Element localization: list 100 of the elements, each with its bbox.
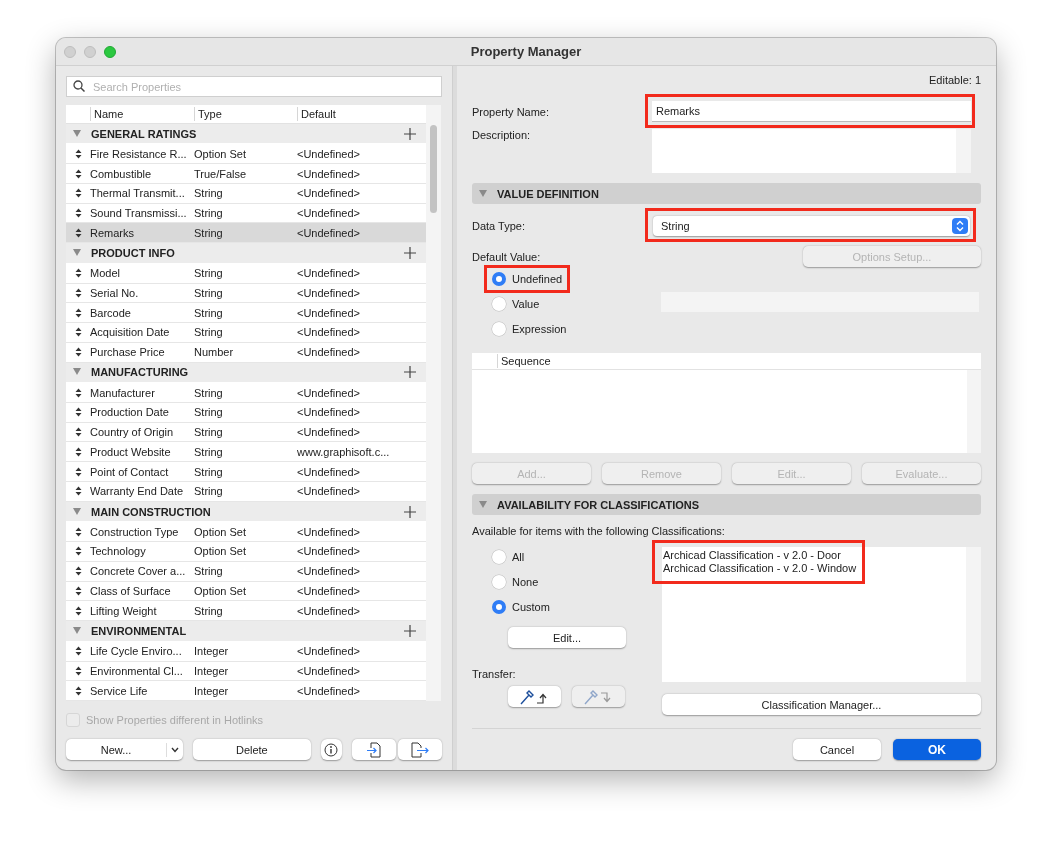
property-row[interactable]: Concrete Cover a... String <Undefined> [66,561,426,582]
property-row[interactable]: Combustible True/False <Undefined> [66,164,426,184]
property-row[interactable]: Barcode String <Undefined> [66,303,426,324]
group-header-row[interactable]: MAIN CONSTRUCTION [66,501,426,523]
disclosure-triangle-icon[interactable] [72,128,82,138]
drag-handle-icon[interactable] [74,168,82,179]
search-field[interactable]: Search Properties [66,76,442,97]
section-header[interactable]: AVAILABILITY FOR CLASSIFICATIONS [472,494,981,515]
property-row[interactable]: Product Website String www.graphisoft.c... [66,442,426,463]
property-row[interactable]: Acquisition Date String <Undefined> [66,323,426,343]
radio-button[interactable] [492,575,506,589]
drag-handle-icon[interactable] [74,148,82,159]
transfer-button[interactable] [508,686,561,707]
group-header-row[interactable]: MANUFACTURING [66,362,426,384]
ok-button[interactable]: OK [893,739,981,760]
export-button[interactable] [398,739,442,760]
edit-button[interactable]: Edit... [508,627,626,648]
group-header-row[interactable]: ENVIRONMENTAL [66,621,426,642]
property-row[interactable]: Serial No. String <Undefined> [66,283,426,304]
classification-manager-button[interactable]: Classification Manager... [662,694,981,715]
plus-icon[interactable] [404,127,416,140]
radio-option[interactable]: Value [492,294,567,314]
new-button[interactable]: New... [66,739,184,760]
radio-button[interactable] [492,600,506,614]
field-label: Data Type: [472,220,526,232]
delete-button[interactable]: Delete [193,739,311,760]
radio-option[interactable]: Undefined [492,269,567,289]
cancel-button[interactable]: Cancel [793,739,881,760]
group-header-row[interactable]: PRODUCT INFO [66,243,426,264]
drag-handle-icon[interactable] [74,665,82,676]
property-row[interactable]: Remarks String <Undefined> [66,223,426,244]
data-type-dropdown[interactable]: String [653,216,970,236]
column-header[interactable]: Default [297,106,425,121]
section-header[interactable]: VALUE DEFINITION [472,183,981,204]
property-row[interactable]: Point of Contact String <Undefined> [66,462,426,482]
disclosure-triangle-icon[interactable] [72,248,82,257]
drag-handle-icon[interactable] [74,466,82,477]
zoom-button[interactable] [104,45,116,58]
drag-handle-icon[interactable] [74,585,82,596]
drag-handle-icon[interactable] [74,287,82,298]
drag-handle-icon[interactable] [74,268,82,279]
column-header[interactable]: Name [90,106,194,121]
radio-option[interactable]: Custom [492,597,662,617]
radio-button[interactable] [492,297,506,311]
radio-option[interactable]: None [492,572,662,592]
group-header-row[interactable]: GENERAL RATINGS [66,123,426,145]
drag-handle-icon[interactable] [74,446,82,457]
info-button[interactable] [320,739,342,760]
drag-handle-icon[interactable] [74,387,82,398]
property-row[interactable]: Production Date String <Undefined> [66,403,426,423]
classification-item[interactable]: Archicad Classification - v 2.0 - Door [663,549,857,562]
import-button[interactable] [352,739,396,760]
disclosure-triangle-icon[interactable] [72,625,82,635]
radio-option[interactable]: Expression [492,319,567,339]
column-header[interactable]: Type [194,106,297,121]
property-row[interactable]: Country of Origin String <Undefined> [66,422,426,443]
property-row[interactable]: Model String <Undefined> [66,263,426,284]
plus-icon[interactable] [404,624,416,637]
scrollbar[interactable] [956,129,971,173]
radio-button[interactable] [492,322,506,336]
drag-handle-icon[interactable] [74,307,82,318]
drag-handle-icon[interactable] [74,605,82,616]
plus-icon[interactable] [404,366,416,379]
plus-icon[interactable] [404,505,416,518]
radio-button[interactable] [492,550,506,564]
plus-icon[interactable] [404,247,416,259]
drag-handle-icon[interactable] [74,646,82,657]
drag-handle-icon[interactable] [74,327,82,338]
drag-handle-icon[interactable] [74,566,82,577]
drag-handle-icon[interactable] [74,685,82,696]
property-row[interactable]: Fire Resistance R... Option Set <Undefined> [66,144,426,165]
drag-handle-icon[interactable] [74,526,82,537]
drag-handle-icon[interactable] [74,546,82,557]
property-row[interactable]: Purchase Price Number <Undefined> [66,342,426,363]
property-row[interactable]: Class of Surface Option Set <Undefined> [66,581,426,602]
scrollbar[interactable] [426,105,441,701]
property-name-field[interactable]: Remarks [652,101,971,122]
description-field[interactable] [652,129,956,173]
scrollbar[interactable] [967,370,981,453]
property-row[interactable]: Thermal Transmit... String <Undefined> [66,183,426,204]
property-row[interactable]: Service Life Integer <Undefined> [66,681,426,701]
disclosure-triangle-icon[interactable] [72,506,82,516]
property-row[interactable]: Environmental Cl... Integer <Undefined> [66,661,426,682]
classification-item[interactable]: Archicad Classification - v 2.0 - Window [663,562,857,575]
column-header[interactable]: Sequence [497,354,981,368]
property-row[interactable]: Technology Option Set <Undefined> [66,542,426,562]
radio-button[interactable] [492,272,506,286]
property-row[interactable]: Warranty End Date String <Undefined> [66,481,426,502]
drag-handle-icon[interactable] [74,407,82,418]
drag-handle-icon[interactable] [74,427,82,438]
drag-handle-icon[interactable] [74,227,82,238]
drag-handle-icon[interactable] [74,188,82,199]
drag-handle-icon[interactable] [74,347,82,358]
property-row[interactable]: Life Cycle Enviro... Integer <Undefined> [66,641,426,662]
property-row[interactable]: Manufacturer String <Undefined> [66,383,426,403]
property-row[interactable]: Construction Type Option Set <Undefined> [66,522,426,543]
drag-handle-icon[interactable] [74,208,82,219]
radio-option[interactable]: All [492,547,662,567]
disclosure-triangle-icon[interactable] [72,367,82,377]
drag-handle-icon[interactable] [74,486,82,497]
